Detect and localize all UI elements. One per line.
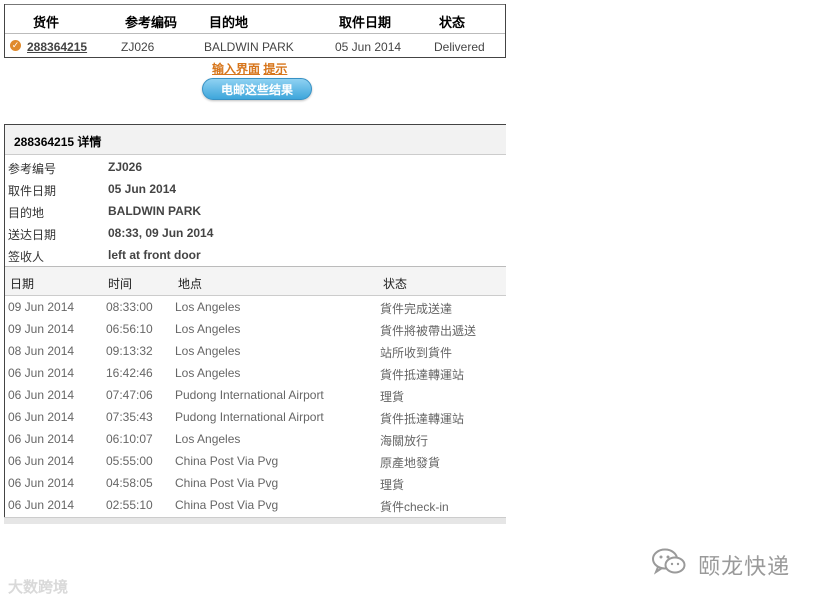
detail-title: 288364215 详情 xyxy=(14,135,102,149)
detail-bottom-bar xyxy=(4,517,506,524)
info-label: 签收人 xyxy=(8,250,45,264)
info-row: 参考编号 ZJ026 xyxy=(5,156,506,178)
event-date: 06 Jun 2014 xyxy=(8,498,75,512)
event-status: 站所收到貨件 xyxy=(380,346,453,360)
summary-status: Delivered xyxy=(434,40,485,54)
info-row: 目的地 BALDWIN PARK xyxy=(5,200,506,222)
check-circle-icon: ✓ xyxy=(10,40,21,51)
events-header-row: 日期 时间 地点 状态 xyxy=(5,266,506,296)
event-location: Pudong International Airport xyxy=(175,388,324,402)
input-screen-link[interactable]: 输入界面 xyxy=(212,62,260,76)
event-location: Los Angeles xyxy=(175,366,241,380)
event-time: 05:55:00 xyxy=(106,454,153,468)
event-location: China Post Via Pvg xyxy=(175,454,279,468)
event-date: 09 Jun 2014 xyxy=(8,322,75,336)
info-row: 取件日期 05 Jun 2014 xyxy=(5,178,506,200)
event-row: 09 Jun 2014 08:33:00 Los Angeles 貨件完成送達 xyxy=(5,296,506,318)
event-status: 貨件抵達轉運站 xyxy=(380,368,465,382)
info-value: ZJ026 xyxy=(108,160,143,174)
header-destination: 目的地 xyxy=(209,15,249,30)
event-time: 09:13:32 xyxy=(106,344,153,358)
tracking-number-link[interactable]: 288364215 xyxy=(27,40,87,54)
event-status: 貨件check-in xyxy=(380,500,449,514)
summary-reference: ZJ026 xyxy=(121,40,155,54)
event-date: 06 Jun 2014 xyxy=(8,454,75,468)
event-status: 貨件完成送達 xyxy=(380,302,453,316)
event-date: 06 Jun 2014 xyxy=(8,410,75,424)
event-location: Pudong International Airport xyxy=(175,410,324,424)
watermark-left-text: 大数跨境 xyxy=(8,579,69,596)
event-time: 06:10:07 xyxy=(106,432,153,446)
event-status: 海關放行 xyxy=(380,434,429,448)
info-label: 取件日期 xyxy=(8,184,57,198)
header-reference: 参考编码 xyxy=(125,15,178,30)
event-date: 06 Jun 2014 xyxy=(8,476,75,490)
summary-pickup-date: 05 Jun 2014 xyxy=(335,40,402,54)
event-date: 06 Jun 2014 xyxy=(8,366,75,380)
event-row: 06 Jun 2014 02:55:10 China Post Via Pvg … xyxy=(5,494,506,516)
event-location: Los Angeles xyxy=(175,300,241,314)
info-label: 目的地 xyxy=(8,206,45,220)
event-date: 09 Jun 2014 xyxy=(8,300,75,314)
header-status: 状态 xyxy=(439,15,466,30)
event-location: China Post Via Pvg xyxy=(175,498,279,512)
events-header-date: 日期 xyxy=(10,277,35,291)
event-location: Los Angeles xyxy=(175,344,241,358)
event-status: 理貨 xyxy=(380,390,405,404)
header-pickup-date: 取件日期 xyxy=(339,15,392,30)
event-location: Los Angeles xyxy=(175,432,241,446)
event-status: 貨件將被帶出遞送 xyxy=(380,324,477,338)
info-value: 05 Jun 2014 xyxy=(108,182,177,196)
detail-panel: 288364215 详情 参考编号 ZJ026 取件日期 05 Jun 2014… xyxy=(4,124,506,524)
event-time: 07:47:06 xyxy=(106,388,153,402)
event-time: 06:56:10 xyxy=(106,322,153,336)
header-shipment: 货件 xyxy=(33,15,60,30)
summary-destination: BALDWIN PARK xyxy=(204,40,294,54)
event-date: 08 Jun 2014 xyxy=(8,344,75,358)
event-row: 06 Jun 2014 07:35:43 Pudong Internationa… xyxy=(5,406,506,428)
watermark-right: 颐龙快递 xyxy=(652,548,790,582)
event-row: 06 Jun 2014 07:47:06 Pudong Internationa… xyxy=(5,384,506,406)
watermark-right-text: 颐龙快递 xyxy=(698,554,791,579)
events-header-location: 地点 xyxy=(178,277,203,291)
event-time: 16:42:46 xyxy=(106,366,153,380)
summary-header-row: 货件 参考编码 目的地 取件日期 状态 xyxy=(5,4,505,34)
info-value: BALDWIN PARK xyxy=(108,204,202,218)
event-status: 理貨 xyxy=(380,478,405,492)
event-date: 06 Jun 2014 xyxy=(8,388,75,402)
info-label: 送达日期 xyxy=(8,228,57,242)
event-row: 06 Jun 2014 06:10:07 Los Angeles 海關放行 xyxy=(5,428,506,450)
info-value: left at front door xyxy=(108,248,201,262)
event-date: 06 Jun 2014 xyxy=(8,432,75,446)
event-time: 07:35:43 xyxy=(106,410,153,424)
hint-link[interactable]: 提示 xyxy=(263,62,287,76)
summary-row: ✓ 288364215 ZJ026 BALDWIN PARK 05 Jun 20… xyxy=(5,34,505,58)
event-row: 06 Jun 2014 04:58:05 China Post Via Pvg … xyxy=(5,472,506,494)
summary-table: 货件 参考编码 目的地 取件日期 状态 ✓ 288364215 ZJ026 BA… xyxy=(4,4,506,58)
event-time: 02:55:10 xyxy=(106,498,153,512)
event-row: 06 Jun 2014 05:55:00 China Post Via Pvg … xyxy=(5,450,506,472)
event-status: 貨件抵達轉運站 xyxy=(380,412,465,426)
info-label: 参考编号 xyxy=(8,162,57,176)
info-value: 08:33, 09 Jun 2014 xyxy=(108,226,214,240)
event-location: Los Angeles xyxy=(175,322,241,336)
event-time: 04:58:05 xyxy=(106,476,153,490)
email-results-button[interactable]: 电邮这些结果 xyxy=(202,78,312,100)
event-row: 06 Jun 2014 16:42:46 Los Angeles 貨件抵達轉運站 xyxy=(5,362,506,384)
event-time: 08:33:00 xyxy=(106,300,153,314)
events-header-time: 时间 xyxy=(108,277,133,291)
info-row: 送达日期 08:33, 09 Jun 2014 xyxy=(5,222,506,244)
info-row: 签收人 left at front door xyxy=(5,244,506,266)
events-header-status: 状态 xyxy=(383,277,408,291)
watermark-left: 大数跨境 xyxy=(8,576,68,597)
event-location: China Post Via Pvg xyxy=(175,476,279,490)
action-links: 输入界面 提示 xyxy=(212,60,287,77)
event-row: 09 Jun 2014 06:56:10 Los Angeles 貨件將被帶出遞… xyxy=(5,318,506,340)
event-status: 原產地發貨 xyxy=(380,456,441,470)
wechat-icon xyxy=(652,548,686,582)
event-row: 08 Jun 2014 09:13:32 Los Angeles 站所收到貨件 xyxy=(5,340,506,362)
detail-title-bar: 288364215 详情 xyxy=(5,125,506,155)
